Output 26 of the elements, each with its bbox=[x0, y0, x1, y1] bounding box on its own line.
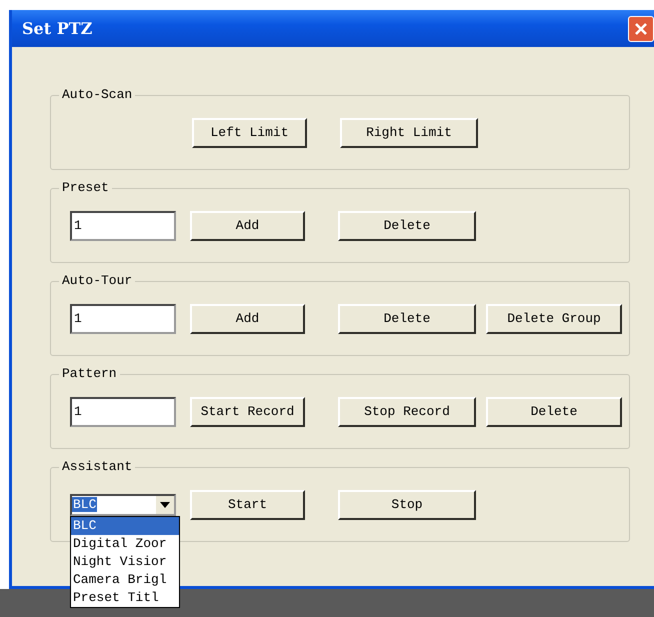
action-button[interactable]: Add bbox=[190, 210, 305, 240]
number-field[interactable]: 1 bbox=[70, 210, 176, 240]
dropdown-option[interactable]: BLC bbox=[71, 516, 179, 534]
action-button[interactable]: Delete Group bbox=[486, 304, 622, 334]
action-button[interactable]: Right Limit bbox=[340, 118, 478, 148]
action-button[interactable]: Add bbox=[190, 304, 305, 334]
number-field[interactable]: 1 bbox=[70, 304, 176, 334]
dropdown-option[interactable]: Night Visior bbox=[71, 552, 179, 570]
action-button[interactable]: Stop Record bbox=[338, 396, 476, 426]
action-button[interactable]: Delete bbox=[338, 210, 476, 240]
dropdown-arrow-icon bbox=[160, 502, 170, 508]
dropdown-option[interactable]: Camera Brigl bbox=[71, 570, 179, 588]
close-button[interactable] bbox=[628, 16, 654, 42]
action-button[interactable]: Left Limit bbox=[192, 118, 307, 148]
close-icon bbox=[633, 20, 649, 36]
selected-value: BLC bbox=[72, 497, 98, 512]
action-button[interactable]: Delete bbox=[486, 396, 622, 426]
action-button[interactable]: Stop bbox=[338, 490, 476, 520]
action-button[interactable]: Start bbox=[190, 490, 305, 520]
dropdown-field[interactable]: BLC bbox=[70, 494, 176, 516]
dropdown-option[interactable]: Preset Titl bbox=[71, 588, 179, 606]
number-field[interactable]: 1 bbox=[70, 396, 176, 426]
window-title: Set PTZ bbox=[22, 19, 92, 38]
dropdown-option[interactable]: Digital Zoor bbox=[71, 534, 179, 552]
action-button[interactable]: Delete bbox=[338, 304, 476, 334]
action-button[interactable]: Start Record bbox=[190, 396, 305, 426]
